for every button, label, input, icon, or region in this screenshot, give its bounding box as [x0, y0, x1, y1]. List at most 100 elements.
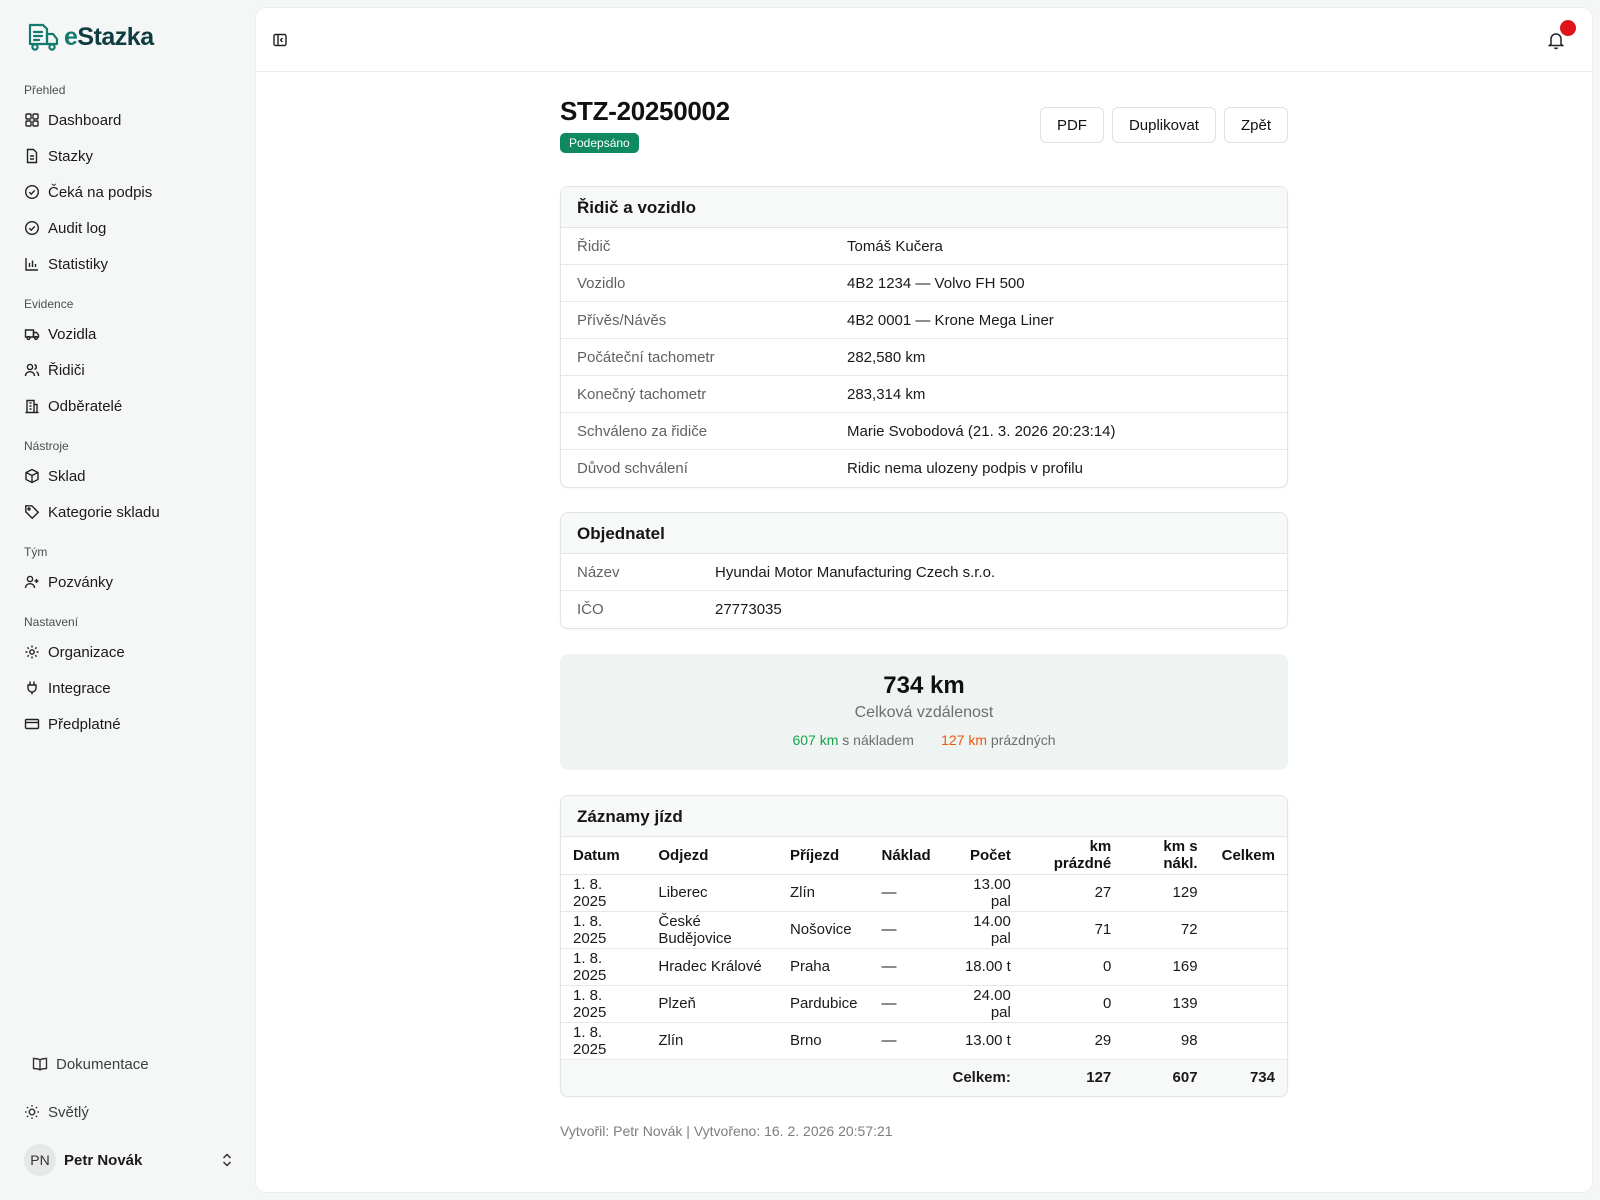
notification-dot: [1560, 20, 1576, 36]
table-cell: [1209, 1022, 1287, 1060]
card-title: Záznamy jízd: [561, 796, 1287, 837]
sidebar-item-label: Organizace: [48, 643, 125, 661]
pdf-button[interactable]: PDF: [1039, 107, 1104, 143]
empty-distance: 127 km: [941, 732, 988, 748]
documentation-link[interactable]: Dokumentace: [16, 1046, 242, 1082]
column-header[interactable]: Datum: [561, 837, 647, 875]
check-circle-icon: [24, 220, 40, 236]
table-cell: 1. 8. 2025: [561, 1022, 647, 1060]
detail-value: 282,580 km: [847, 348, 926, 366]
table-cell: Nošovice: [777, 911, 870, 949]
table-header-row: Datum Odjezd Příjezd Náklad Počet km prázdné k…: [561, 837, 1287, 875]
column-header[interactable]: Odjezd: [646, 837, 778, 875]
card-title: Řidič a vozidlo: [561, 187, 1287, 228]
nav-group-label: Evidence: [24, 297, 74, 311]
table-cell: Brno: [777, 1022, 870, 1060]
sidebar-item-kategorie-skladu[interactable]: Kategorie skladu: [16, 494, 242, 530]
table-cell: Plzeň: [646, 985, 778, 1023]
column-header[interactable]: km prázdné: [1022, 837, 1124, 875]
users-icon: [24, 363, 40, 377]
detail-row: Vozidlo 4B2 1234 — Volvo FH 500: [561, 265, 1287, 302]
column-header[interactable]: Celkem: [1209, 837, 1287, 875]
column-header[interactable]: Náklad: [869, 837, 943, 875]
sidebar-item-stazky[interactable]: Stazky: [16, 138, 242, 174]
table-cell: České Budějovice: [646, 911, 778, 949]
sidebar-item-ceka-na-podpis[interactable]: Čeká na podpis: [16, 174, 242, 210]
total-distance-label: Celková vzdálenost: [854, 704, 994, 721]
column-header[interactable]: Příjezd: [777, 837, 870, 875]
table-row[interactable]: 1. 8. 2025 Plzeň Pardubice —24.00 pal 0 139: [561, 985, 1287, 1023]
table-cell: 1. 8. 2025: [561, 948, 647, 986]
theme-toggle[interactable]: Světlý: [16, 1094, 242, 1130]
table-cell: Pardubice: [777, 985, 870, 1023]
sidebar-toggle-button[interactable]: [270, 30, 290, 50]
table-row[interactable]: 1. 8. 2025 Hradec Králové Praha —18.00 t 0 16…: [561, 948, 1287, 986]
sidebar-item-organizace[interactable]: Organizace: [16, 634, 242, 670]
detail-value: Ridic nema ulozeny podpis v profilu: [847, 460, 1083, 477]
sidebar-item-integrace[interactable]: Integrace: [16, 670, 242, 706]
detail-value: 4B2 1234 — Volvo FH 500: [847, 274, 1025, 292]
total-distance: 734 km: [883, 672, 965, 699]
duplicate-button[interactable]: Duplikovat: [1111, 107, 1216, 143]
nav-group-label: Přehled: [24, 83, 66, 97]
detail-value: 283,314 km: [847, 385, 926, 403]
sun-icon: [25, 1105, 39, 1119]
sidebar-item-predplatne[interactable]: Předplatné: [16, 706, 242, 742]
truck-document-icon: [28, 23, 59, 51]
sidebar-item-ridici[interactable]: Řidiči: [16, 352, 242, 388]
loaded-distance: 607 km: [792, 732, 839, 748]
sidebar-item-dashboard[interactable]: Dashboard: [16, 102, 242, 138]
nav-group-label: Nastavení: [24, 615, 79, 629]
loaded-distance-label: s nákladem: [842, 732, 914, 748]
table-row[interactable]: 1. 8. 2025 České Budějovice Nošovice —14.00…: [561, 911, 1287, 949]
table-cell: Zlín: [777, 874, 870, 912]
gear-icon: [25, 645, 39, 659]
plug-icon: [27, 681, 37, 695]
sidebar-item-audit-log[interactable]: Audit log: [16, 210, 242, 246]
table-cell: 139: [1123, 985, 1210, 1023]
table-body: 1. 8. 2025 Liberec Zlín —13.00 pal 27 129 1. 8…: [561, 874, 1287, 1060]
table-row[interactable]: 1. 8. 2025 Zlín Brno —13.00 t 29 98: [561, 1022, 1287, 1060]
sidebar-item-label: Audit log: [48, 219, 107, 237]
table-cell: 13.00 t: [942, 1022, 1023, 1060]
detail-label: Vozidlo: [577, 274, 626, 292]
table-cell: 1. 8. 2025: [561, 911, 647, 949]
status-badge: Podepsáno: [560, 133, 639, 153]
app-name: eStazka: [64, 22, 154, 51]
sidebar-item-label: Dashboard: [48, 111, 122, 129]
sidebar-item-label: Vozidla: [48, 325, 97, 343]
trips-table: Datum Odjezd Příjezd Náklad Počet km prázdné k…: [561, 837, 1287, 1096]
card-title: Objednatel: [561, 513, 1287, 554]
truck-icon: [24, 329, 40, 341]
column-header[interactable]: km s nákl.: [1123, 837, 1210, 875]
detail-label: Důvod schválení: [577, 460, 688, 477]
table-cell: —: [869, 911, 943, 949]
totals-loaded: 607: [1123, 1059, 1210, 1096]
sidebar-item-statistiky[interactable]: Statistiky: [16, 246, 242, 282]
column-header[interactable]: Počet: [942, 837, 1023, 875]
sidebar-item-odberatele[interactable]: Odběratelé: [16, 388, 242, 424]
table-cell: —: [869, 948, 943, 986]
trips-card: Záznamy jízd Datum Odjezd Příjezd Náklad Poč…: [560, 795, 1288, 1097]
detail-label: Název: [577, 563, 620, 581]
sidebar-item-sklad[interactable]: Sklad: [16, 458, 242, 494]
table-cell: 13.00 pal: [942, 874, 1023, 912]
back-button[interactable]: Zpět: [1223, 107, 1288, 143]
table-cell: [1209, 911, 1287, 949]
documentation-label: Dokumentace: [56, 1055, 149, 1073]
table-cell: [1209, 985, 1287, 1023]
table-row[interactable]: 1. 8. 2025 Liberec Zlín —13.00 pal 27 129: [561, 874, 1287, 912]
user-menu[interactable]: PN Petr Novák: [16, 1140, 242, 1180]
table-cell: 0: [1022, 948, 1124, 986]
detail-label: Přívěs/Návěs: [577, 311, 667, 329]
page-header: STZ-20250002 Podepsáno PDF Duplikovat Zp…: [560, 96, 1288, 166]
avatar: PN: [24, 1144, 56, 1176]
sidebar-item-vozidla[interactable]: Vozidla: [16, 316, 242, 352]
table-cell: 0: [1022, 985, 1124, 1023]
tag-icon: [25, 505, 40, 520]
detail-row: Konečný tachometr 283,314 km: [561, 376, 1287, 413]
app-logo[interactable]: eStazka: [26, 22, 154, 52]
detail-row: Důvod schválení Ridic nema ulozeny podpis…: [561, 450, 1287, 487]
nav-group-label: Nástroje: [24, 439, 69, 453]
sidebar-item-pozvanky[interactable]: Pozvánky: [16, 564, 242, 600]
